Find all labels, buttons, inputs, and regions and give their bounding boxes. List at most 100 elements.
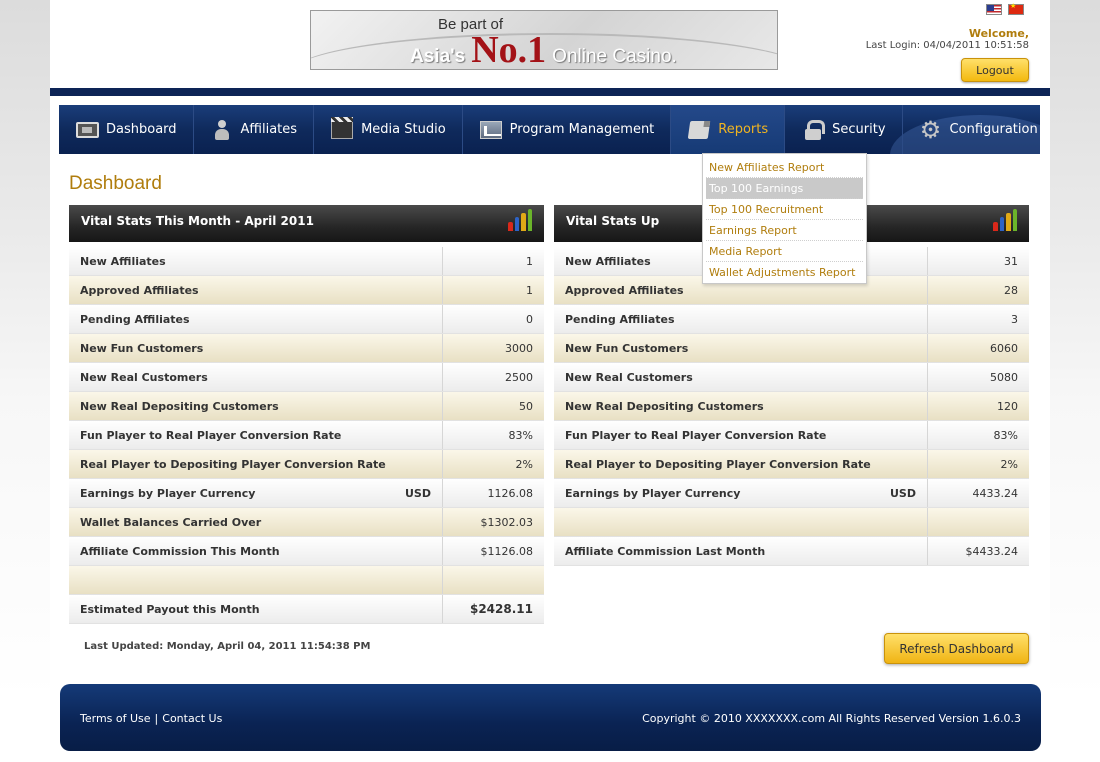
stat-label-cell: New Fun Customers (554, 334, 928, 362)
menu-item-media-report[interactable]: Media Report (706, 241, 863, 262)
table-row: Fun Player to Real Player Conversion Rat… (69, 421, 544, 450)
stat-label: Pending Affiliates (565, 312, 675, 326)
us-flag-icon[interactable] (986, 4, 1002, 15)
stat-value (443, 566, 544, 594)
stat-label-cell (554, 508, 928, 536)
stat-value: 83% (508, 428, 533, 442)
nav-item-program-management[interactable]: Program Management (463, 105, 672, 154)
chart-window-icon (479, 119, 503, 141)
stat-value: 2% (515, 457, 533, 471)
terms-of-use-link[interactable]: Terms of Use (80, 712, 151, 725)
stat-value: $1302.03 (480, 515, 534, 529)
banner-asia: Asia's (410, 46, 466, 67)
stat-label: New Real Depositing Customers (565, 399, 764, 413)
table-row (554, 508, 1029, 537)
menu-item-new-affiliates-report[interactable]: New Affiliates Report (706, 157, 863, 178)
copyright: Copyright © 2010 XXXXXXX.com All Rights … (642, 712, 1021, 725)
stat-value: 83% (993, 428, 1018, 442)
stat-label-cell: Fun Player to Real Player Conversion Rat… (69, 421, 443, 449)
footer-links: Terms of Use | Contact Us (80, 712, 222, 725)
stat-label-cell: Real Player to Depositing Player Convers… (69, 450, 443, 478)
stat-label-cell: New Real Depositing Customers (554, 392, 928, 420)
stat-label-cell: New Real Customers (554, 363, 928, 391)
stat-value: 31 (1004, 254, 1018, 268)
reports-dropdown: New Affiliates Report Top 100 Earnings T… (702, 153, 867, 284)
stat-label-cell: Affiliate Commission Last Month (554, 537, 928, 565)
stat-label: Earnings by Player Currency (565, 486, 741, 500)
stat-value (928, 508, 1029, 536)
nav-item-affiliates[interactable]: Affiliates (194, 105, 315, 154)
menu-item-earnings-report[interactable]: Earnings Report (706, 220, 863, 241)
table-row: New Fun Customers 6060 (554, 334, 1029, 363)
stat-label-cell: Earnings by Player Currency USD (69, 479, 443, 507)
table-row: New Fun Customers 3000 (69, 334, 544, 363)
refresh-dashboard-button[interactable]: Refresh Dashboard (884, 633, 1029, 664)
stats-table: New Affiliates 31 Approved Affiliates 28 Pen… (554, 247, 1029, 566)
stat-value: 3000 (505, 341, 533, 355)
stat-label-cell: Earnings by Player Currency USD (554, 479, 928, 507)
table-row: New Real Depositing Customers 120 (554, 392, 1029, 421)
table-row: Affiliate Commission This Month $1126.08 (69, 537, 544, 566)
stat-value: 6060 (990, 341, 1018, 355)
stat-value: $4433.24 (965, 544, 1019, 558)
stat-label-cell: New Real Depositing Customers (69, 392, 443, 420)
contact-us-link[interactable]: Contact Us (162, 712, 222, 725)
welcome-text: Welcome, (968, 27, 1029, 40)
stat-label: New Real Depositing Customers (80, 399, 279, 413)
page-title: Dashboard (69, 173, 162, 194)
stat-label: Real Player to Depositing Player Convers… (565, 457, 871, 471)
stat-value: 2500 (505, 370, 533, 384)
casino-banner[interactable]: Be part of Asia's No.1 Online Casino. (310, 10, 778, 70)
report-icon (687, 119, 711, 141)
nav-item-dashboard[interactable]: Dashboard (59, 105, 194, 154)
stat-label-cell: Estimated Payout this Month (69, 595, 443, 623)
table-row: Fun Player to Real Player Conversion Rat… (554, 421, 1029, 450)
stat-label: Affiliate Commission Last Month (565, 544, 766, 558)
dashboard-icon (75, 119, 99, 141)
nav-label-configuration: Configuration (949, 122, 1038, 137)
header-divider (50, 88, 1050, 96)
table-row: Earnings by Player Currency USD 4433.24 (554, 479, 1029, 508)
lock-icon (801, 119, 826, 141)
stat-label-cell: Pending Affiliates (69, 305, 443, 333)
person-icon (210, 119, 234, 141)
clapperboard-icon (330, 116, 354, 141)
stat-value: 4433.24 (972, 486, 1019, 500)
last-updated: Last Updated: Monday, April 04, 2011 11:… (84, 641, 371, 652)
stat-value: 1 (526, 254, 533, 268)
panel-heading-text: Vital Stats Up (566, 214, 660, 228)
table-row: Pending Affiliates 0 (69, 305, 544, 334)
stat-label: Fun Player to Real Player Conversion Rat… (80, 428, 342, 442)
stat-value: $2428.11 (469, 602, 533, 616)
nav-item-configuration[interactable]: ⚙ Configuration (903, 105, 1040, 154)
stat-label-cell: New Fun Customers (69, 334, 443, 362)
menu-item-top-100-earnings[interactable]: Top 100 Earnings (706, 178, 863, 199)
table-row: Wallet Balances Carried Over $1302.03 (69, 508, 544, 537)
stat-label: New Fun Customers (80, 341, 204, 355)
table-row: Pending Affiliates 3 (554, 305, 1029, 334)
stat-value: 1 (526, 283, 533, 297)
banner-rest: Online Casino. (552, 46, 677, 67)
nav-item-media-studio[interactable]: Media Studio (314, 105, 463, 154)
stat-value: 28 (1004, 283, 1018, 297)
stat-label-cell: Pending Affiliates (554, 305, 928, 333)
nav-item-reports[interactable]: Reports (671, 105, 786, 154)
stat-label-cell: Wallet Balances Carried Over (69, 508, 443, 536)
nav-item-security[interactable]: Security (785, 105, 903, 154)
menu-item-wallet-adjustments-report[interactable]: Wallet Adjustments Report (706, 262, 863, 283)
logout-button[interactable]: Logout (961, 58, 1029, 82)
panel-heading: Vital Stats This Month - April 2011 (69, 205, 544, 242)
menu-item-top-100-recruitment[interactable]: Top 100 Recruitment (706, 199, 863, 220)
currency-code: USD (405, 486, 431, 500)
stat-label-cell: Fun Player to Real Player Conversion Rat… (554, 421, 928, 449)
nav-label-reports: Reports (718, 122, 769, 137)
stat-label: New Real Customers (565, 370, 693, 384)
stat-label-cell: New Affiliates (69, 247, 443, 275)
stat-label-cell: Approved Affiliates (69, 276, 443, 304)
china-flag-icon[interactable] (1008, 2, 1024, 15)
stat-label: New Affiliates (565, 254, 651, 268)
stat-label: Earnings by Player Currency (80, 486, 256, 500)
stat-label: Affiliate Commission This Month (80, 544, 280, 558)
stat-label: Approved Affiliates (565, 283, 684, 297)
stat-label: Pending Affiliates (80, 312, 190, 326)
